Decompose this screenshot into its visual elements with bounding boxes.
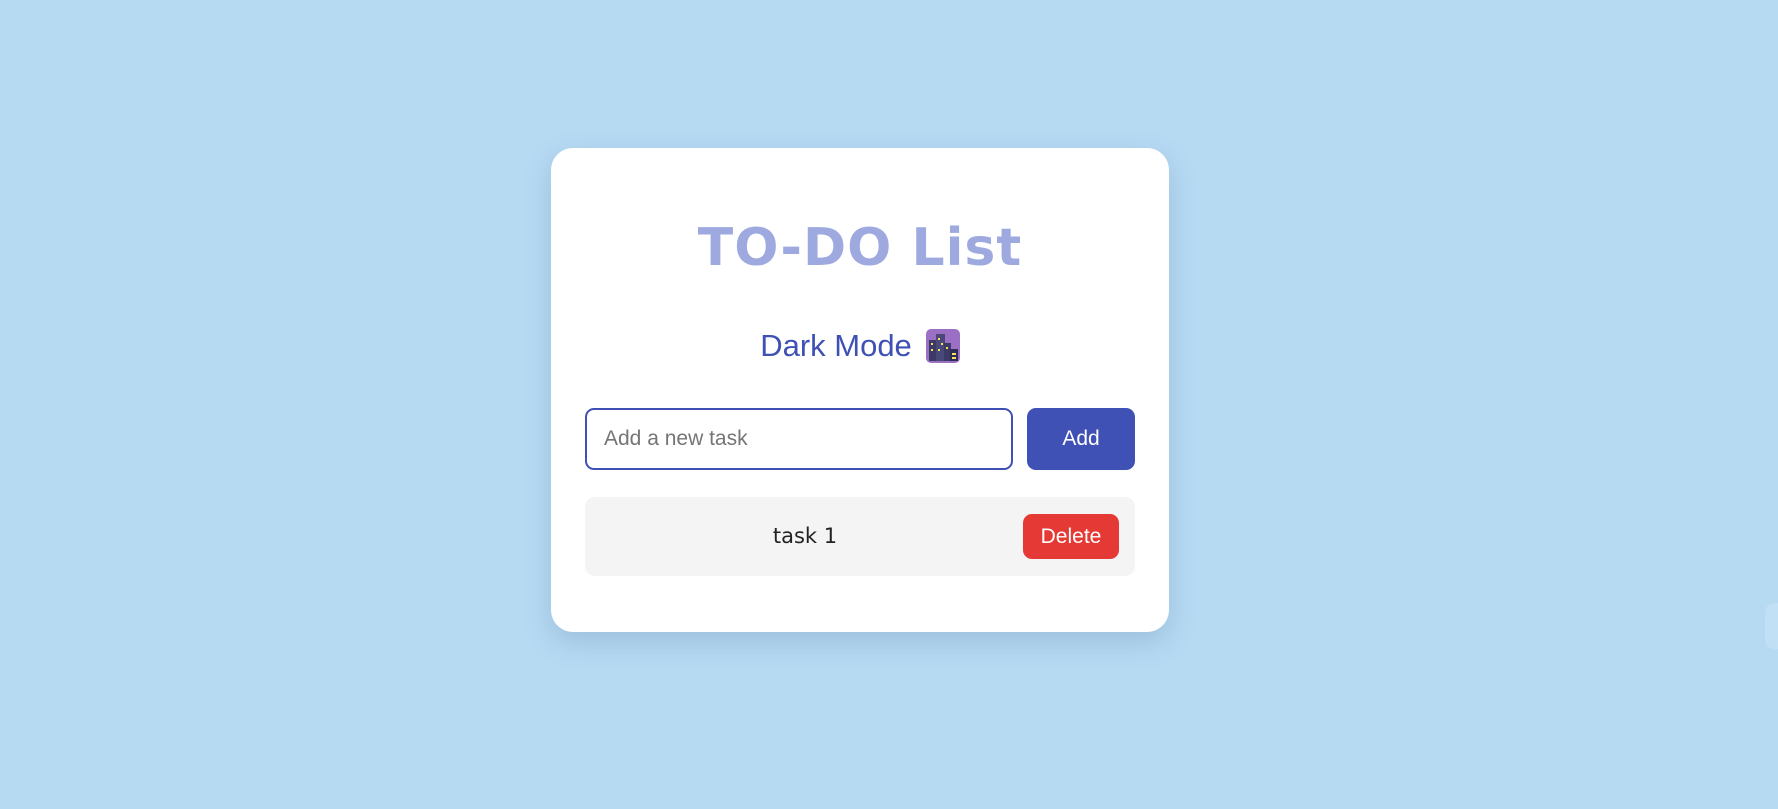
- edge-tab-handle[interactable]: [1765, 603, 1778, 649]
- task-list: task 1 Delete: [585, 497, 1135, 576]
- dark-mode-label: Dark Mode: [760, 328, 912, 363]
- new-task-input[interactable]: [585, 408, 1013, 470]
- night-city-icon: [925, 329, 960, 363]
- app-title: TO-DO List: [697, 218, 1023, 278]
- new-task-row: Add: [585, 408, 1135, 470]
- add-task-button[interactable]: Add: [1027, 408, 1135, 470]
- todo-card: TO-DO List Dark Mode Add a new task Add …: [551, 148, 1169, 632]
- dark-mode-toggle[interactable]: Dark Mode: [551, 326, 1169, 366]
- task-item: task 1 Delete: [585, 497, 1135, 576]
- page: TO-DO List Dark Mode Add a new task Add …: [0, 0, 1778, 809]
- task-text[interactable]: task 1: [585, 497, 1025, 576]
- delete-task-button[interactable]: Delete: [1023, 514, 1119, 559]
